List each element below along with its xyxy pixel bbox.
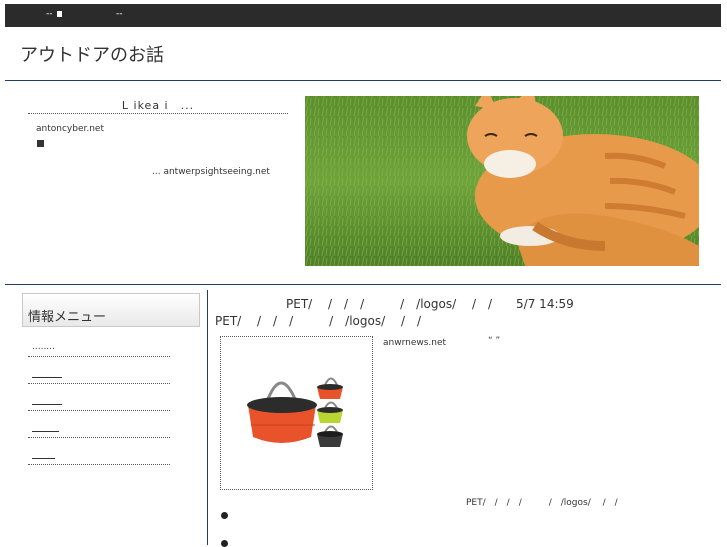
list-bullet-icon	[221, 512, 228, 519]
top-nav-item[interactable]: --	[46, 9, 53, 19]
info-menu-title: 情報メニュー	[28, 310, 107, 325]
feature-link[interactable]: ... antwerpsightseeing.net	[152, 167, 270, 177]
sidebar-menu-item[interactable]	[28, 448, 170, 465]
column-divider	[207, 290, 208, 545]
picnic-basket-image	[247, 377, 343, 447]
sidebar-menu-label: ........	[32, 342, 55, 352]
site-title[interactable]: アウトドアのお話	[20, 41, 164, 67]
feature-domain[interactable]: antoncyber.net	[36, 124, 104, 134]
info-menu-header: 情報メニュー	[22, 293, 200, 327]
underline-link-mark	[32, 458, 55, 459]
post-breadcrumb-line[interactable]: PET/ / / / / /logos/ / /	[215, 312, 421, 329]
top-nav-square-icon	[57, 11, 62, 17]
underline-link-mark	[32, 377, 62, 378]
section-divider	[5, 284, 721, 285]
header-divider	[5, 80, 721, 81]
sidebar-menu-item[interactable]	[28, 394, 170, 411]
feature-heading[interactable]: L ikea i ...	[28, 97, 288, 114]
post-breadcrumb-line[interactable]: PET/ / / / / /logos/ / / 5/7 14:59	[286, 295, 574, 312]
top-nav-bar: -- --	[5, 4, 721, 27]
sidebar-menu-item[interactable]	[28, 421, 170, 438]
post-thumbnail[interactable]	[220, 336, 373, 490]
underline-link-mark	[32, 431, 59, 432]
feature-cat-photo[interactable]	[305, 96, 699, 266]
post-quote-marks: “ ”	[488, 336, 501, 346]
square-bullet-icon	[37, 140, 44, 147]
sidebar-menu-item[interactable]: ........	[28, 340, 170, 357]
list-bullet-icon	[221, 540, 228, 547]
post-source-domain[interactable]: anwrnews.net	[383, 338, 446, 348]
underline-link-mark	[32, 404, 62, 405]
sidebar-menu-item[interactable]	[28, 367, 170, 384]
top-nav-item[interactable]: --	[116, 9, 123, 19]
post-category-path[interactable]: PET/ / / / / /logos/ / /	[466, 495, 618, 508]
cat-photo-illustration	[305, 96, 699, 266]
